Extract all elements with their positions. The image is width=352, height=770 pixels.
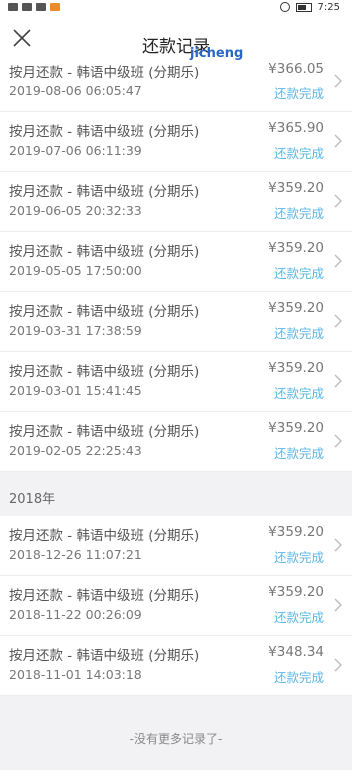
watermark: jicheng [190, 46, 244, 61]
record-row[interactable]: 按月还款 - 韩语中级班 (分期乐) 2019-03-31 17:38:59 ¥35… [0, 292, 352, 352]
record-row[interactable]: 按月还款 - 韩语中级班 (分期乐) 2018-11-22 00:26:09 ¥35… [0, 576, 352, 636]
chevron-right-icon [334, 434, 342, 448]
record-status: 还款完成 [273, 550, 324, 565]
record-title: 按月还款 - 韩语中级班 (分期乐) [9, 528, 200, 544]
record-amount: ¥359.20 [268, 360, 324, 376]
status-bar: 7:25 [0, 0, 352, 14]
record-date: 2018-11-01 14:03:18 [9, 667, 142, 682]
record-status: 还款完成 [273, 670, 324, 685]
record-date: 2018-11-22 00:26:09 [9, 607, 142, 622]
record-row[interactable]: 按月还款 - 韩语中级班 (分期乐) 2019-03-01 15:41:45 ¥35… [0, 352, 352, 412]
record-row[interactable]: 按月还款 - 韩语中级班 (分期乐) 2018-11-01 14:03:18 ¥34… [0, 636, 352, 696]
section-header-2018: 2018年 [0, 472, 352, 516]
chevron-right-icon [334, 314, 342, 328]
nav-bar: 还款记录 jicheng [0, 14, 352, 61]
alarm-icon [279, 2, 290, 12]
record-title: 按月还款 - 韩语中级班 (分期乐) [9, 648, 200, 664]
signal-icon-2 [22, 3, 32, 11]
record-row[interactable]: 按月还款 - 韩语中级班 (分期乐) 2019-05-05 17:50:00 ¥35… [0, 232, 352, 292]
wifi-icon [36, 3, 46, 11]
record-date: 2019-03-01 15:41:45 [9, 383, 142, 398]
chevron-right-icon [334, 134, 342, 148]
signal-icon [8, 3, 18, 11]
record-date: 2018-12-26 11:07:21 [9, 547, 142, 562]
page-title: 还款记录 [142, 37, 210, 57]
record-date: 2019-02-05 22:25:43 [9, 443, 142, 458]
chevron-right-icon [334, 538, 342, 552]
record-date: 2019-03-31 17:38:59 [9, 323, 142, 338]
chevron-right-icon [334, 194, 342, 208]
record-status: 还款完成 [273, 446, 324, 461]
app-notification-icon [50, 3, 60, 11]
section-label: 2018年 [9, 492, 56, 507]
record-date: 2019-08-06 06:05:47 [9, 83, 142, 98]
record-row[interactable]: 按月还款 - 韩语中级班 (分期乐) 2019-06-05 20:32:33 ¥35… [0, 172, 352, 232]
record-row[interactable]: 按月还款 - 韩语中级班 (分期乐) 2019-08-06 06:05:47 ¥36… [0, 60, 352, 112]
status-bar-left-icons [8, 0, 60, 14]
record-amount: ¥359.20 [268, 584, 324, 600]
record-amount: ¥348.34 [268, 644, 324, 660]
record-status: 还款完成 [273, 146, 324, 161]
record-row[interactable]: 按月还款 - 韩语中级班 (分期乐) 2019-07-06 06:11:39 ¥36… [0, 112, 352, 172]
record-amount: ¥366.05 [268, 61, 324, 77]
record-status: 还款完成 [273, 86, 324, 101]
record-date: 2019-06-05 20:32:33 [9, 203, 142, 218]
chevron-right-icon [334, 374, 342, 388]
record-status: 还款完成 [273, 610, 324, 625]
no-more-records: -没有更多记录了- [129, 732, 223, 746]
record-date: 2019-05-05 17:50:00 [9, 263, 142, 278]
record-status: 还款完成 [273, 206, 324, 221]
record-title: 按月还款 - 韩语中级班 (分期乐) [9, 65, 200, 81]
record-amount: ¥359.20 [268, 420, 324, 436]
chevron-right-icon [334, 658, 342, 672]
record-title: 按月还款 - 韩语中级班 (分期乐) [9, 424, 200, 440]
record-amount: ¥359.20 [268, 240, 324, 256]
record-title: 按月还款 - 韩语中级班 (分期乐) [9, 184, 200, 200]
record-amount: ¥359.20 [268, 524, 324, 540]
status-bar-right-icons: 7:25 [279, 0, 340, 14]
repayment-list: 按月还款 - 韩语中级班 (分期乐) 2019-08-06 06:05:47 ¥36… [0, 60, 352, 696]
record-status: 还款完成 [273, 326, 324, 341]
records-2018: 按月还款 - 韩语中级班 (分期乐) 2018-12-26 11:07:21 ¥35… [0, 516, 352, 696]
chevron-right-icon [334, 598, 342, 612]
record-amount: ¥359.20 [268, 180, 324, 196]
chevron-right-icon [334, 74, 342, 88]
records-2019: 按月还款 - 韩语中级班 (分期乐) 2019-08-06 06:05:47 ¥36… [0, 60, 352, 472]
record-date: 2019-07-06 06:11:39 [9, 143, 142, 158]
record-title: 按月还款 - 韩语中级班 (分期乐) [9, 304, 200, 320]
record-title: 按月还款 - 韩语中级班 (分期乐) [9, 588, 200, 604]
record-title: 按月还款 - 韩语中级班 (分期乐) [9, 124, 200, 140]
record-status: 还款完成 [273, 266, 324, 281]
status-time: 7:25 [317, 1, 340, 13]
record-amount: ¥359.20 [268, 300, 324, 316]
record-status: 还款完成 [273, 386, 324, 401]
record-row[interactable]: 按月还款 - 韩语中级班 (分期乐) 2018-12-26 11:07:21 ¥35… [0, 516, 352, 576]
record-title: 按月还款 - 韩语中级班 (分期乐) [9, 244, 200, 260]
record-row[interactable]: 按月还款 - 韩语中级班 (分期乐) 2019-02-05 22:25:43 ¥35… [0, 412, 352, 472]
record-amount: ¥365.90 [268, 120, 324, 136]
battery-icon [295, 2, 312, 12]
record-title: 按月还款 - 韩语中级班 (分期乐) [9, 364, 200, 380]
chevron-right-icon [334, 254, 342, 268]
